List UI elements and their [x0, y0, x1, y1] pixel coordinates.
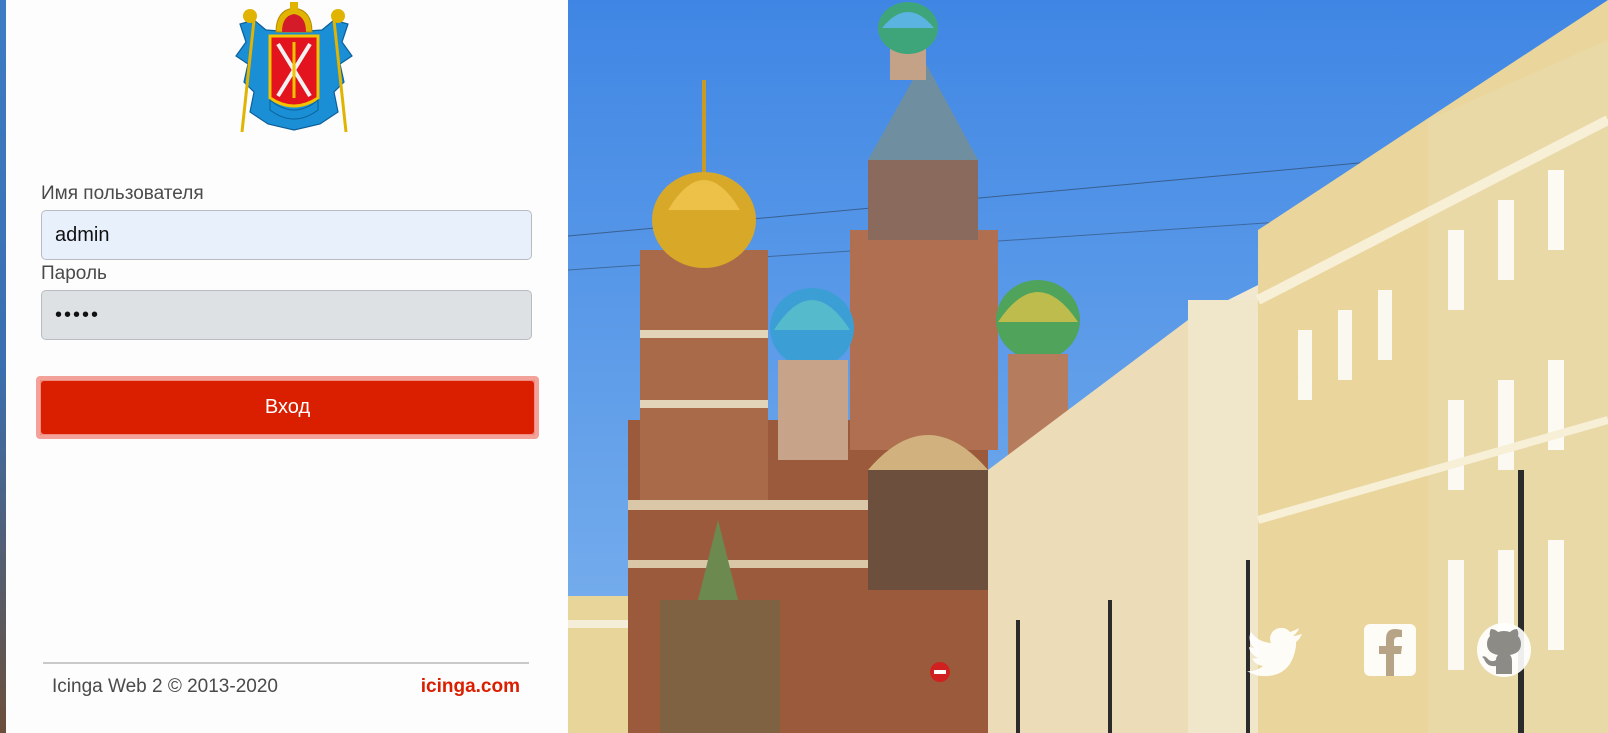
facebook-icon[interactable] [1360, 620, 1420, 680]
login-panel: Имя пользователя Пароль Вход Icinga Web … [6, 0, 568, 733]
username-input[interactable] [41, 210, 532, 260]
background-photo [568, 0, 1608, 733]
github-icon[interactable] [1474, 620, 1534, 680]
username-label: Имя пользователя [41, 183, 204, 204]
password-input[interactable] [41, 290, 532, 340]
password-label: Пароль [41, 263, 107, 284]
coat-of-arms-logo [235, 2, 353, 133]
login-button[interactable]: Вход [41, 381, 534, 434]
copyright-text: Icinga Web 2 © 2013-2020 [52, 676, 278, 697]
footer-divider [43, 662, 529, 664]
twitter-icon[interactable] [1246, 620, 1306, 680]
icinga-link[interactable]: icinga.com [421, 676, 520, 698]
login-button-focus-ring: Вход [36, 376, 539, 439]
